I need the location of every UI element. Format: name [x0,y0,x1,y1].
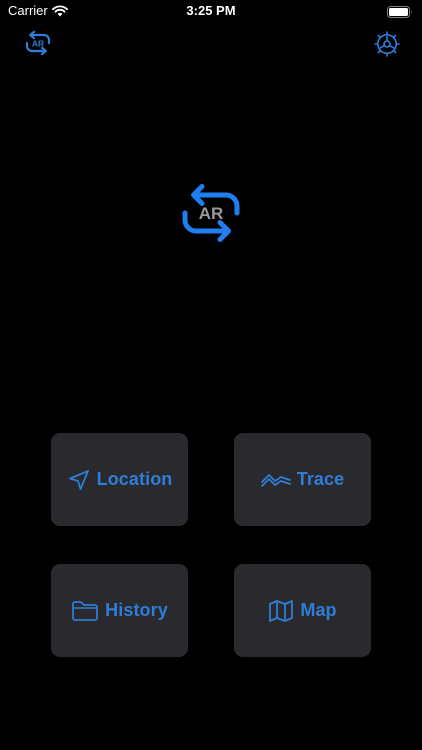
folder-icon [71,600,99,622]
settings-button[interactable] [373,30,401,58]
ar-toggle-button[interactable]: AR [23,30,53,56]
map-icon [268,599,294,623]
map-label: Map [300,600,337,620]
location-arrow-icon [67,468,91,492]
logo-text: AR [199,204,224,223]
status-time: 3:25 PM [186,3,236,18]
trace-label: Trace [296,469,345,489]
location-label: Location [96,469,173,489]
ar-sync-logo-icon: AR [182,184,240,242]
ar-toggle-icon: AR [25,30,51,56]
history-button[interactable]: History [51,564,188,657]
gear-icon [374,31,400,57]
app-logo: AR [176,183,246,243]
trace-line-icon [260,471,291,489]
ar-toggle-text: AR [32,39,44,49]
location-button[interactable]: Location [51,433,188,526]
history-label: History [105,600,168,620]
trace-button[interactable]: Trace [234,433,371,526]
status-bar: Carrier 3:25 PM [0,0,422,22]
battery-icon [387,5,413,23]
map-button[interactable]: Map [234,564,371,657]
